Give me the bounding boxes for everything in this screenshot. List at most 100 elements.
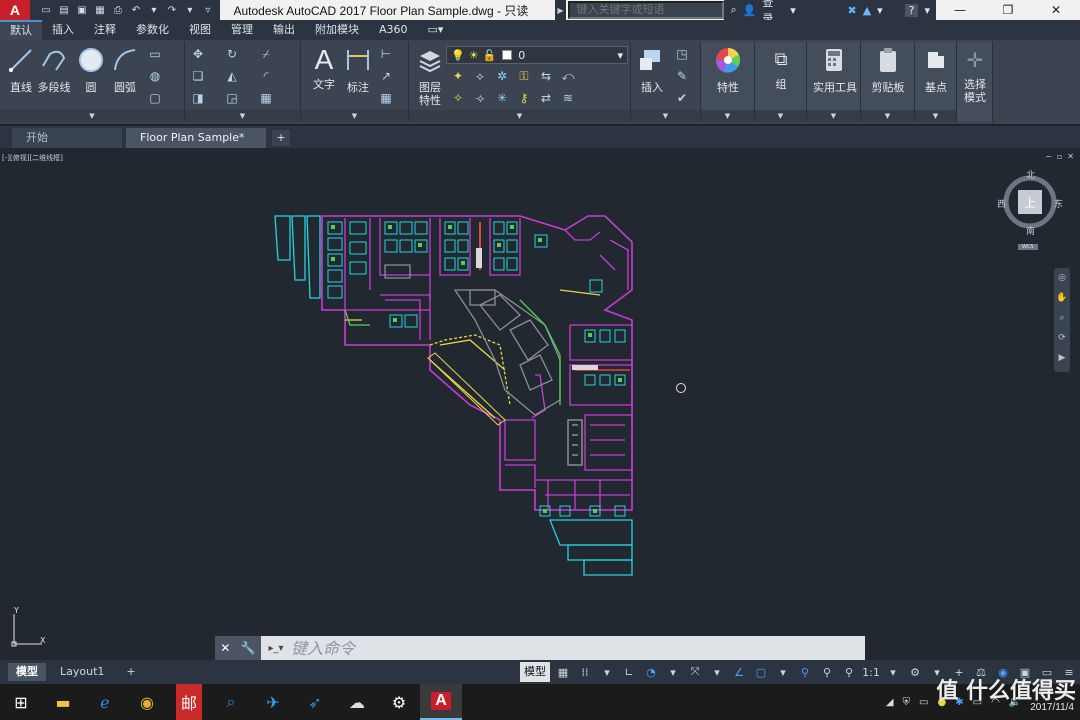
a360-dropdown-icon[interactable]: ▾ <box>877 4 883 17</box>
exchange-apps-icon[interactable]: ✖ <box>847 4 856 17</box>
draw-panel-expand-icon[interactable]: ▼ <box>0 110 184 122</box>
properties-panel-expand-icon[interactable]: ▼ <box>701 110 754 122</box>
polar-tracking-icon[interactable]: ◔ <box>640 662 662 682</box>
leader-icon[interactable]: ↗ <box>377 68 395 84</box>
windows-start-icon[interactable]: ⊞ <box>0 684 42 720</box>
viewcube-north[interactable]: 北 <box>1026 168 1035 181</box>
tab-insert[interactable]: 插入 <box>42 20 84 40</box>
annotation-visibility-icon[interactable]: ⚲ <box>794 662 816 682</box>
layer-dropdown[interactable]: 💡 ☀ 🔓 0 ▾ <box>446 46 628 64</box>
layer-unlock-icon[interactable]: ⚷ <box>515 90 533 106</box>
polyline-button[interactable]: 多段线 <box>34 46 74 95</box>
search-app-icon[interactable]: ⌕ <box>210 684 252 720</box>
isodraft-icon[interactable]: ⤧ <box>684 662 706 682</box>
object-snap-icon[interactable]: ▢ <box>750 662 772 682</box>
utilities-button[interactable]: 实用工具 <box>813 46 857 95</box>
base-view-button[interactable]: 基点 <box>915 46 957 95</box>
layer-previous-icon[interactable]: ⤺ <box>559 68 577 84</box>
ucs-icon[interactable]: Y X <box>6 606 56 652</box>
command-input[interactable] <box>291 637 865 659</box>
region-icon[interactable]: ▢ <box>146 90 164 106</box>
ribbon-toggle-icon[interactable]: ▭▾ <box>418 20 454 40</box>
annotation-panel-expand-icon[interactable]: ▼ <box>301 110 408 122</box>
workspace-gear-icon[interactable]: ⚙ <box>904 662 926 682</box>
swift-icon[interactable]: ➶ <box>294 684 336 720</box>
tab-output[interactable]: 输出 <box>263 20 305 40</box>
help-search-input[interactable] <box>568 1 725 19</box>
tab-layout1[interactable]: Layout1 <box>52 663 112 681</box>
tab-annotate[interactable]: 注释 <box>84 20 126 40</box>
view-panel-expand-icon[interactable]: ▼ <box>915 110 956 122</box>
group-panel-expand-icon[interactable]: ▼ <box>755 110 806 122</box>
showmotion-icon[interactable]: ▶ <box>1054 348 1070 368</box>
undo-icon[interactable]: ↶ <box>128 3 144 17</box>
viewcube-south[interactable]: 南 <box>1026 224 1035 237</box>
cloud-app-icon[interactable]: ☁ <box>336 684 378 720</box>
user-icon[interactable]: 👤 <box>743 4 757 17</box>
properties-button[interactable]: 特性 <box>707 46 749 95</box>
isodraft-dropdown-icon[interactable]: ▾ <box>706 662 728 682</box>
snap-icon[interactable]: ⁞⁞ <box>574 662 596 682</box>
wcs-menu[interactable]: WCS <box>1018 244 1038 250</box>
open-icon[interactable]: ▤ <box>56 3 72 17</box>
stretch-icon[interactable]: ◨ <box>189 90 207 106</box>
layer-properties-button[interactable]: 图层 特性 <box>409 46 451 107</box>
new-tab-button[interactable]: + <box>272 130 290 146</box>
autocad-logo-button[interactable]: A <box>0 0 30 20</box>
tab-default[interactable]: 默认 <box>0 20 42 40</box>
table-icon[interactable]: ▦ <box>377 90 395 106</box>
save-icon[interactable]: ▣ <box>74 3 90 17</box>
close-icon[interactable]: ✕ <box>1032 0 1080 20</box>
layers-panel-expand-icon[interactable]: ▼ <box>409 110 630 122</box>
layer-unisolate-icon[interactable]: ⟢ <box>471 90 489 106</box>
pan-icon[interactable]: ✋ <box>1054 288 1070 308</box>
grid-icon[interactable]: ▦ <box>552 662 574 682</box>
plot-icon[interactable]: ⎙ <box>110 3 126 17</box>
linear-dim-icon[interactable]: ⊢ <box>377 46 395 62</box>
settings-icon[interactable]: ⚙ <box>378 684 420 720</box>
layer-states-icon[interactable]: ≋ <box>559 90 577 106</box>
layer-freeze-icon[interactable]: ✲ <box>493 68 511 84</box>
array-icon[interactable]: ▦ <box>257 90 275 106</box>
search-expand-icon[interactable]: ▶ <box>554 0 567 20</box>
dimension-button[interactable]: 标注 <box>337 46 379 95</box>
modify-panel-expand-icon[interactable]: ▼ <box>185 110 300 122</box>
app-red-icon[interactable]: 邮 <box>176 684 202 720</box>
scale-dropdown-icon[interactable]: ▾ <box>882 662 904 682</box>
zoom-extents-icon[interactable]: ⌕ <box>1054 308 1070 328</box>
block-panel-expand-icon[interactable]: ▼ <box>631 110 700 122</box>
model-space-button[interactable]: 模型 <box>520 662 550 682</box>
ortho-icon[interactable]: ∟ <box>618 662 640 682</box>
shield-icon[interactable]: ⛨ <box>903 697 911 708</box>
login-dropdown-icon[interactable]: ▾ <box>790 4 796 17</box>
layer-lock-icon[interactable]: ⚿ <box>515 68 533 84</box>
edit-attributes-icon[interactable]: ✔ <box>673 90 691 106</box>
tab-model[interactable]: 模型 <box>8 663 46 681</box>
osnap-dropdown-icon[interactable]: ▾ <box>772 662 794 682</box>
layer-match-icon[interactable]: ⇆ <box>537 68 555 84</box>
tab-start[interactable]: 开始 <box>12 128 122 148</box>
insert-block-button[interactable]: 插入 <box>631 46 673 95</box>
auto-scale-icon[interactable]: ⚲ <box>816 662 838 682</box>
recent-commands-icon[interactable]: ▸_▾ <box>261 636 291 660</box>
binoculars-search-icon[interactable]: ⌕ <box>730 3 736 17</box>
create-block-icon[interactable]: ◳ <box>673 46 691 62</box>
orbit-icon[interactable]: ⟳ <box>1054 328 1070 348</box>
edit-block-icon[interactable]: ✎ <box>673 68 691 84</box>
tray-window-icon[interactable]: ▭ <box>919 697 928 708</box>
tab-manage[interactable]: 管理 <box>221 20 263 40</box>
trim-icon[interactable]: ⌿ <box>257 46 275 62</box>
rotate-icon[interactable]: ↻ <box>223 46 241 62</box>
move-icon[interactable]: ✥ <box>189 46 207 62</box>
restore-icon[interactable]: ❐ <box>984 0 1032 20</box>
scale-icon[interactable]: ◲ <box>223 90 241 106</box>
help-button[interactable]: ? <box>904 3 919 17</box>
full-navigation-wheel-icon[interactable]: ◎ <box>1054 268 1070 288</box>
copy-icon[interactable]: ❏ <box>189 68 207 84</box>
mirror-icon[interactable]: ◭ <box>223 68 241 84</box>
layer-walk-icon[interactable]: ⇄ <box>537 90 555 106</box>
clipboard-button[interactable]: 剪贴板 <box>867 46 909 95</box>
object-snap-tracking-icon[interactable]: ∠ <box>728 662 750 682</box>
layer-isolate-icon[interactable]: ⟡ <box>471 68 489 84</box>
layer-off-icon[interactable]: ✦ <box>449 68 467 84</box>
